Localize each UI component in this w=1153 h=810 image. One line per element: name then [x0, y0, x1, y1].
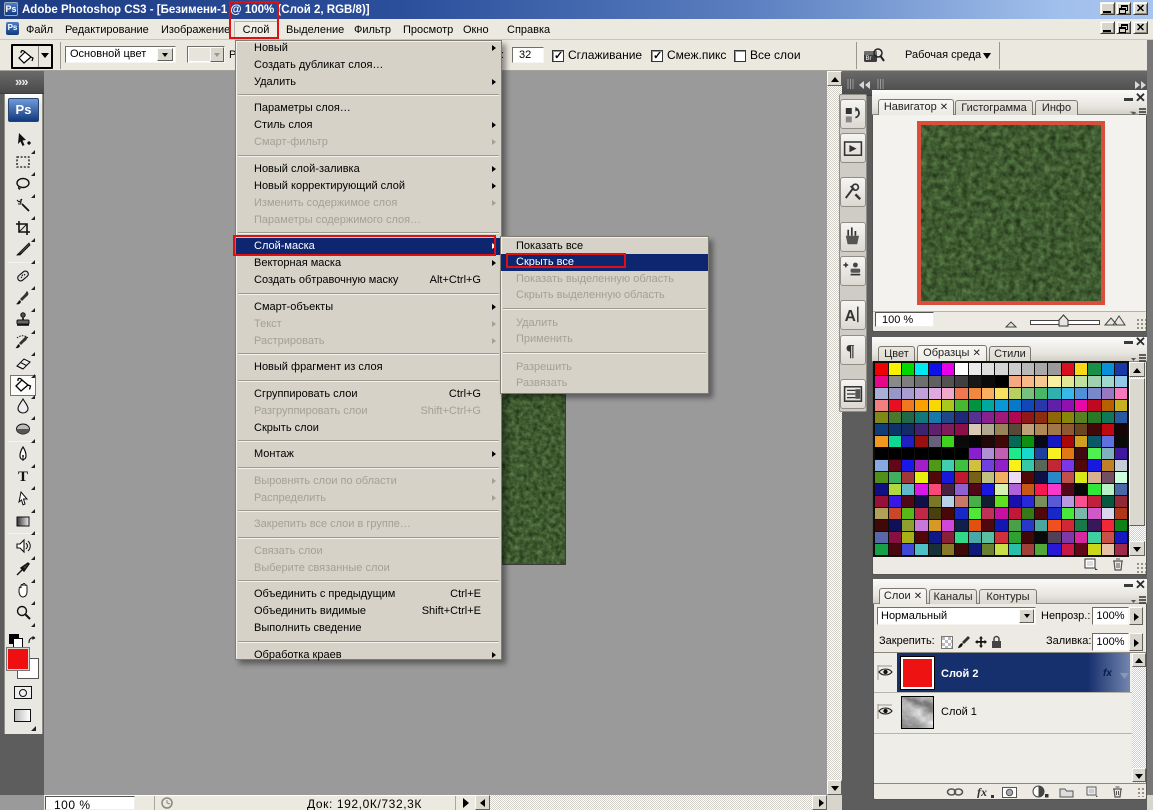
- svg-text:fx: fx: [977, 785, 987, 798]
- svg-text:fx: fx: [1103, 668, 1112, 678]
- svg-text:T: T: [18, 469, 28, 485]
- svg-text:¶: ¶: [846, 341, 855, 360]
- svg-text:A: A: [845, 308, 856, 325]
- svg-text:Br: Br: [866, 56, 872, 62]
